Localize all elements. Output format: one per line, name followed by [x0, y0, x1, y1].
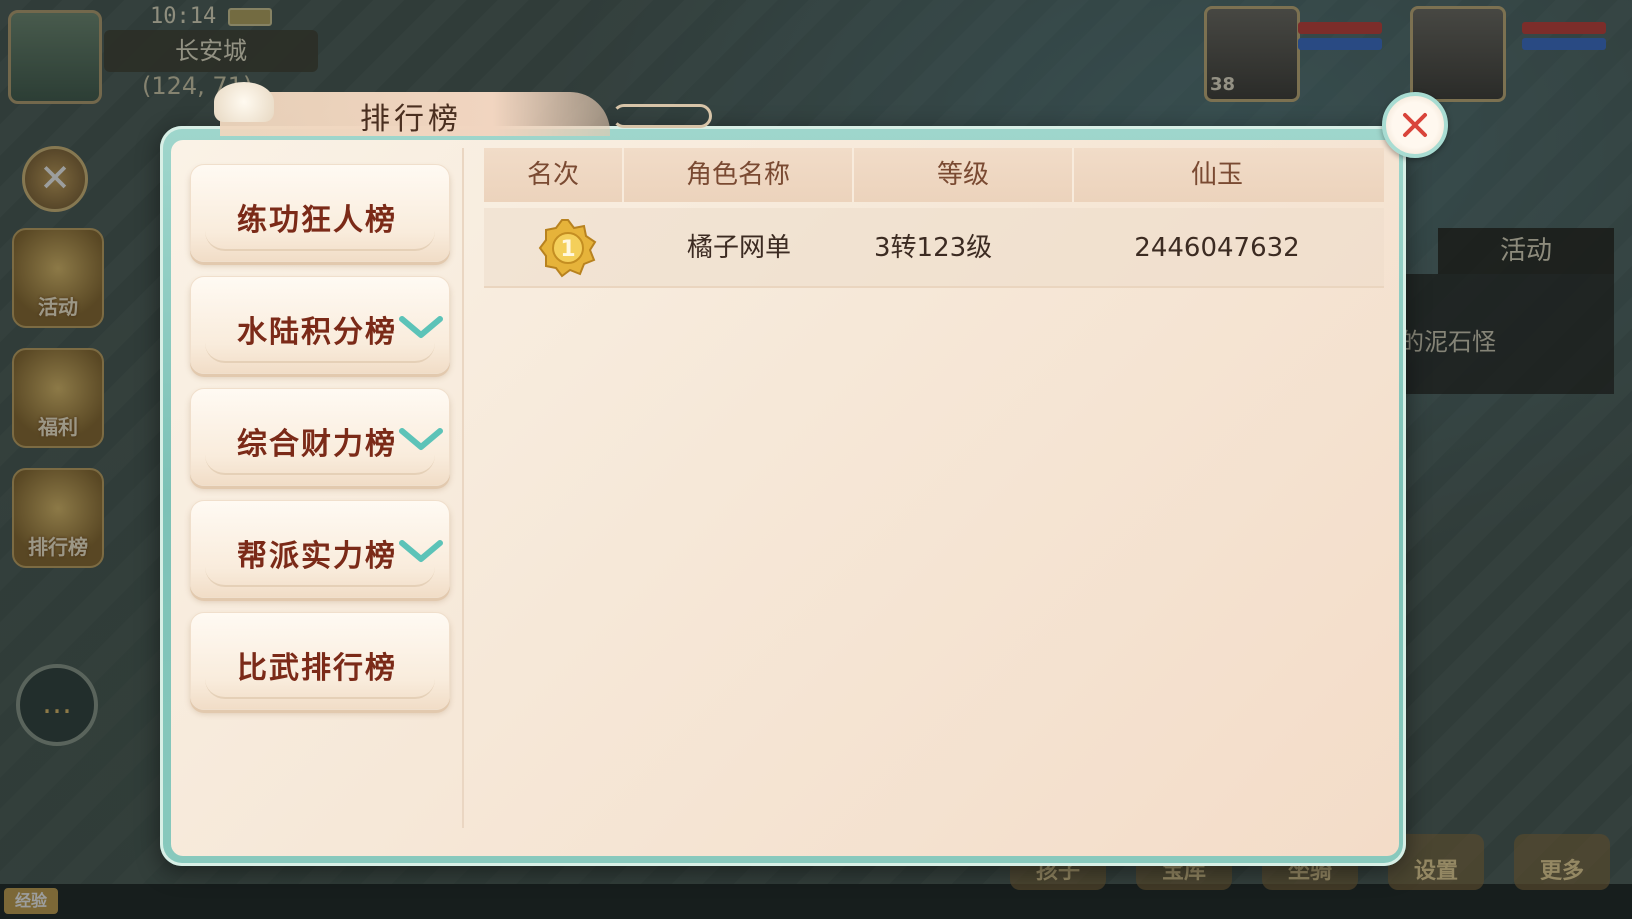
rank-number: 1: [560, 237, 575, 262]
category-label: 比武排行榜: [237, 651, 397, 686]
level-cell: 3转123级: [874, 233, 993, 263]
column-header-rank: 名次: [484, 148, 624, 202]
dialog-close-button[interactable]: [1382, 92, 1448, 158]
chevron-down-icon: [399, 316, 443, 338]
close-icon: [1403, 113, 1427, 137]
category-label: 水陆积分榜: [237, 315, 397, 350]
gold-medal-icon: 1: [538, 219, 597, 278]
category-label: 帮派实力榜: [237, 539, 397, 574]
category-button-water-land[interactable]: 水陆积分榜: [190, 276, 450, 374]
category-divider: [462, 148, 464, 828]
category-button-training[interactable]: 练功狂人榜: [190, 164, 450, 262]
chevron-down-icon: [399, 540, 443, 562]
scroll-ornament-icon: [612, 104, 712, 128]
table-row[interactable]: 1 橘子网单 3转123级 2446047632: [484, 208, 1384, 288]
category-button-wealth[interactable]: 综合财力榜: [190, 388, 450, 486]
column-header-name: 角色名称: [624, 148, 854, 202]
ranking-table-header: 名次 角色名称 等级 仙玉: [484, 148, 1384, 202]
category-button-guild[interactable]: 帮派实力榜: [190, 500, 450, 598]
category-button-pvp[interactable]: 比武排行榜: [190, 612, 450, 710]
jade-cell: 2446047632: [1134, 233, 1300, 263]
chevron-down-icon: [399, 428, 443, 450]
dialog-title: 排行榜: [360, 102, 462, 137]
player-name-cell: 橘子网单: [686, 233, 791, 263]
column-header-jade: 仙玉: [1190, 160, 1243, 190]
category-label: 练功狂人榜: [237, 203, 397, 238]
lotus-ornament-icon: [214, 82, 274, 122]
column-header-level: 等级: [854, 148, 1074, 202]
category-label: 综合财力榜: [237, 427, 397, 462]
